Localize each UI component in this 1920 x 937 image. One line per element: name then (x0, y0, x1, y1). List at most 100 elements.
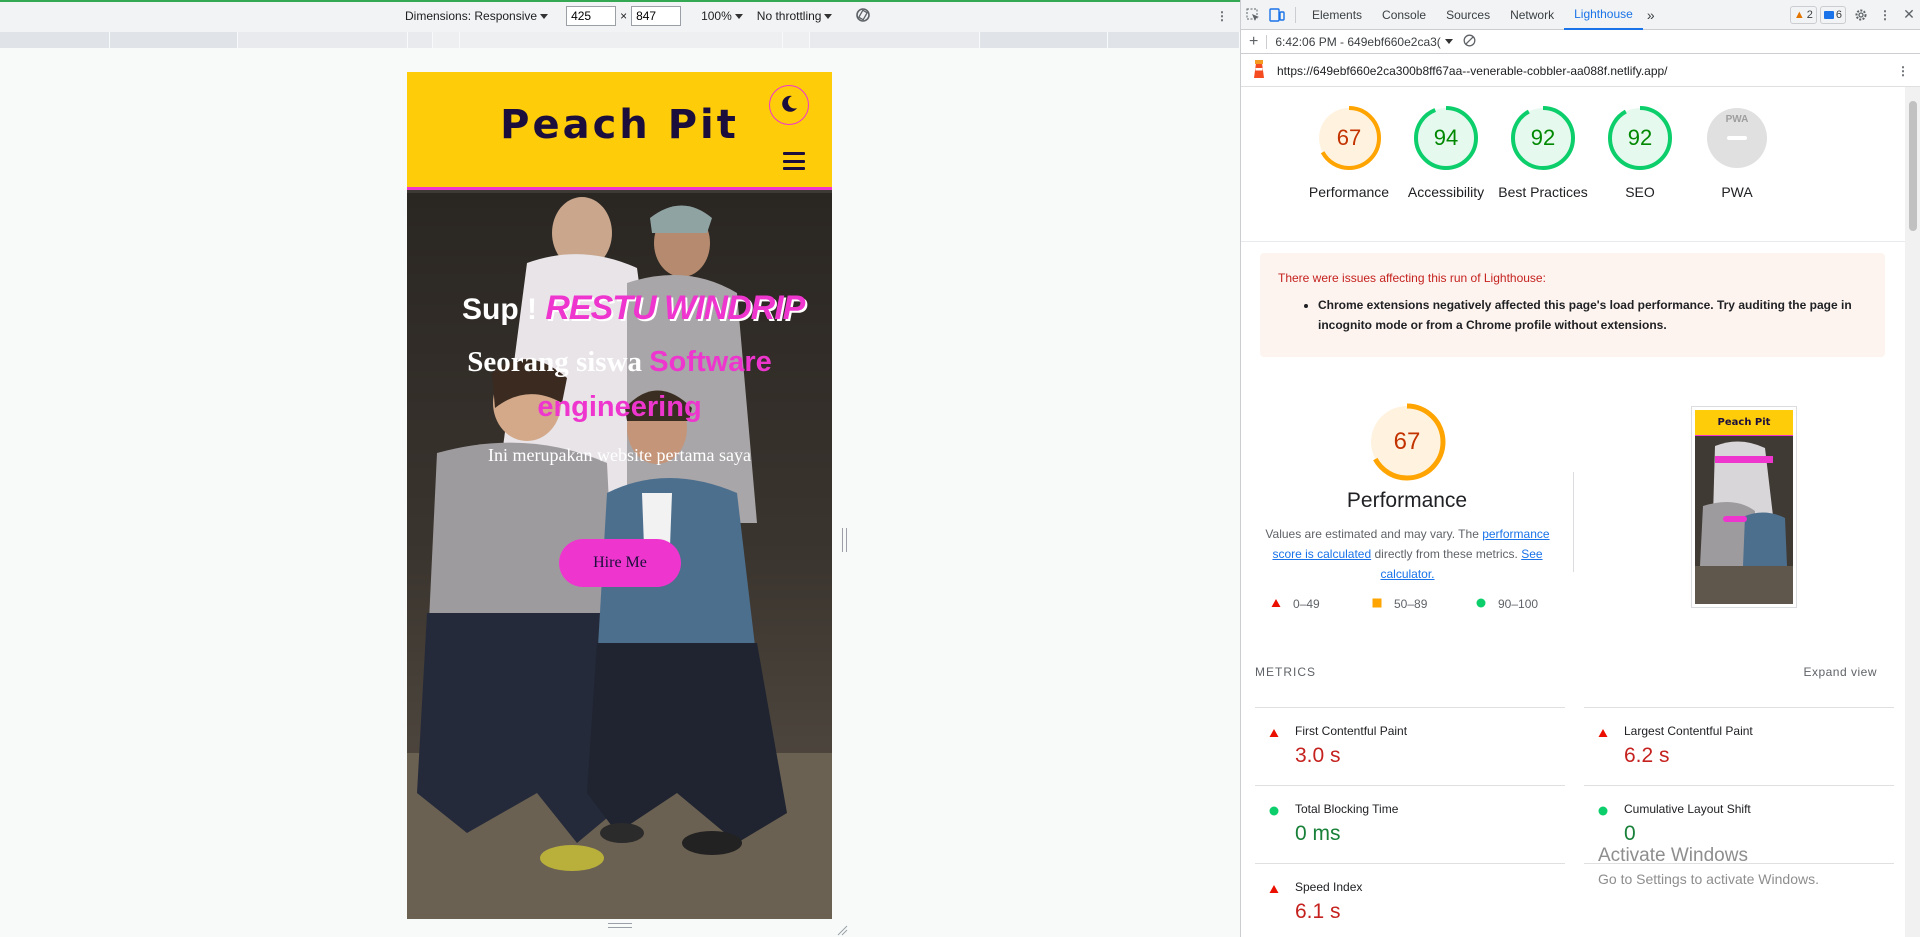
metric-label: Total Blocking Time (1295, 802, 1399, 816)
gauge-best-practices[interactable]: 92 Best Practices (1495, 105, 1591, 202)
hero-description: Ini merupakan website pertama saya (488, 445, 751, 465)
width-input[interactable] (566, 6, 617, 26)
performance-description: Values are estimated and may vary. The p… (1255, 524, 1560, 584)
legend-average: 50–89 (1372, 597, 1427, 611)
expand-view-toggle[interactable]: Expand view (1803, 665, 1877, 679)
moon-icon (778, 93, 800, 118)
report-scrollbar[interactable] (1905, 87, 1920, 937)
tab-sources[interactable]: Sources (1436, 0, 1500, 30)
gauge-score: 67 (1336, 125, 1362, 150)
dimension-separator: × (620, 9, 628, 23)
average-square-icon (1372, 597, 1382, 611)
gauge-ring: PWA (1704, 105, 1770, 171)
greeting-text: Sup ! (462, 293, 537, 326)
role-prefix: Seorang siswa (467, 346, 643, 378)
tab-network[interactable]: Network (1500, 0, 1564, 30)
warning-icon: ▲ (1793, 8, 1805, 21)
run-warning-item: Chrome extensions negatively affected th… (1318, 295, 1867, 335)
thumbnail-photo (1695, 436, 1793, 604)
gauge-score: 92 (1627, 125, 1653, 150)
theme-toggle-button[interactable] (769, 85, 809, 125)
warnings-badge[interactable]: ▲ 2 (1789, 5, 1817, 24)
close-icon[interactable]: ✕ (1897, 0, 1920, 30)
metric-speed-index: Speed Index 6.1 s (1255, 863, 1565, 937)
clear-icon[interactable] (1463, 34, 1476, 50)
metric-label: Speed Index (1295, 880, 1363, 894)
resize-handle-bottom[interactable] (608, 923, 632, 928)
performance-title: Performance (1346, 489, 1468, 512)
activate-windows-subtitle: Go to Settings to activate Windows. (1598, 871, 1819, 887)
device-toggle-icon[interactable] (1265, 0, 1289, 30)
report-url[interactable]: https://649ebf660e2ca300b8ff67aa--venera… (1277, 64, 1668, 78)
scrollbar-thumb[interactable] (1909, 101, 1917, 231)
gauge-pwa[interactable]: PWA PWA (1689, 105, 1785, 202)
metric-label: Largest Contentful Paint (1624, 724, 1753, 738)
more-options-icon[interactable]: ⋮ (1216, 9, 1228, 23)
throttle-label: No throttling (756, 9, 822, 23)
gauge-accessibility[interactable]: 94 Accessibility (1398, 105, 1494, 202)
gear-icon[interactable] (1849, 0, 1873, 30)
metric-value: 6.1 s (1295, 900, 1341, 923)
rotate-icon[interactable] (854, 6, 872, 27)
gauge-score: 92 (1530, 125, 1556, 150)
fail-triangle-icon (1598, 727, 1608, 741)
message-icon (1823, 10, 1834, 19)
gauge-seo[interactable]: 92 SEO (1592, 105, 1688, 202)
pass-circle-icon (1476, 597, 1486, 611)
activate-windows-title: Activate Windows (1598, 845, 1748, 866)
hero-name: RESTU WINDRIP (545, 289, 805, 327)
legend-fail: 0–49 (1271, 597, 1320, 611)
metric-label: Cumulative Layout Shift (1624, 802, 1751, 816)
chevron-down-icon (824, 13, 833, 19)
legend-pass: 90–100 (1476, 597, 1538, 611)
gauge-label: Accessibility (1407, 184, 1485, 200)
legend-fail-label: 0–49 (1293, 597, 1320, 611)
chevron-down-icon (540, 13, 549, 19)
messages-count: 6 (1835, 8, 1842, 21)
customize-icon[interactable]: ⋮ (1873, 0, 1897, 30)
gauge-score: PWA (1725, 114, 1749, 125)
metric-lcp: Largest Contentful Paint 6.2 s (1584, 707, 1894, 785)
metric-value: 3.0 s (1295, 744, 1341, 767)
gauge-score: 94 (1433, 125, 1459, 150)
legend-pass-label: 90–100 (1498, 597, 1539, 611)
lighthouse-url-bar: https://649ebf660e2ca300b8ff67aa--venera… (1241, 55, 1920, 87)
tab-elements[interactable]: Elements (1302, 0, 1372, 30)
run-warnings-list: Chrome extensions negatively affected th… (1318, 295, 1867, 335)
gauge-label: Performance (1308, 184, 1390, 200)
inspect-element-icon[interactable] (1241, 0, 1265, 30)
run-warnings-title: There were issues affecting this run of … (1278, 271, 1546, 285)
final-screenshot-thumbnail[interactable]: Peach Pit (1691, 406, 1797, 608)
site-logo[interactable]: Peach Pit (407, 102, 832, 148)
messages-badge[interactable]: 6 (1819, 5, 1846, 24)
more-tabs-icon[interactable]: » (1643, 0, 1659, 30)
metric-label: First Contentful Paint (1295, 724, 1408, 738)
new-report-icon[interactable]: + (1249, 33, 1258, 51)
dimensions-dropdown[interactable]: Dimensions: Responsive (405, 9, 549, 23)
throttle-dropdown[interactable]: No throttling (757, 9, 833, 23)
report-selector[interactable]: 6:42:06 PM - 649ebf660e2ca3( (1275, 34, 1453, 49)
report-menu-icon[interactable]: ⋮ (1897, 64, 1909, 78)
score-gauges: 67 Performance 94 Accessibility 92 Best Pract… (1241, 87, 1905, 242)
gauge-performance[interactable]: 67 Performance (1301, 105, 1397, 202)
zoom-dropdown[interactable]: 100% (701, 9, 743, 23)
hero-greeting: Sup ! RESTU WINDRIP (462, 289, 805, 328)
device-toolbar: Dimensions: Responsive × 100% No throttl… (0, 2, 1240, 30)
lighthouse-report: 67 Performance 94 Accessibility 92 Best Pract… (1241, 87, 1905, 937)
gauge-ring: 94 (1413, 105, 1479, 171)
menu-icon[interactable] (783, 152, 805, 170)
hire-me-button[interactable]: Hire Me (559, 539, 681, 587)
resize-handle-right[interactable] (842, 528, 847, 552)
media-query-bar[interactable] (0, 32, 1240, 48)
report-time: 6:42:06 PM - 649ebf660e2ca3( (1275, 34, 1441, 49)
chevron-down-icon (734, 13, 743, 19)
dimensions-label: Dimensions: Responsive (405, 9, 538, 23)
resize-corner-icon[interactable] (836, 924, 848, 936)
devtools-panel: Elements Console Sources Network Lightho… (1240, 0, 1920, 937)
tab-console[interactable]: Console (1372, 0, 1436, 30)
metrics-heading: METRICS (1255, 665, 1316, 679)
height-input[interactable] (631, 6, 682, 26)
zoom-label: 100% (701, 9, 732, 23)
tab-lighthouse[interactable]: Lighthouse (1564, 0, 1643, 30)
metric-value: 0 ms (1295, 822, 1341, 845)
